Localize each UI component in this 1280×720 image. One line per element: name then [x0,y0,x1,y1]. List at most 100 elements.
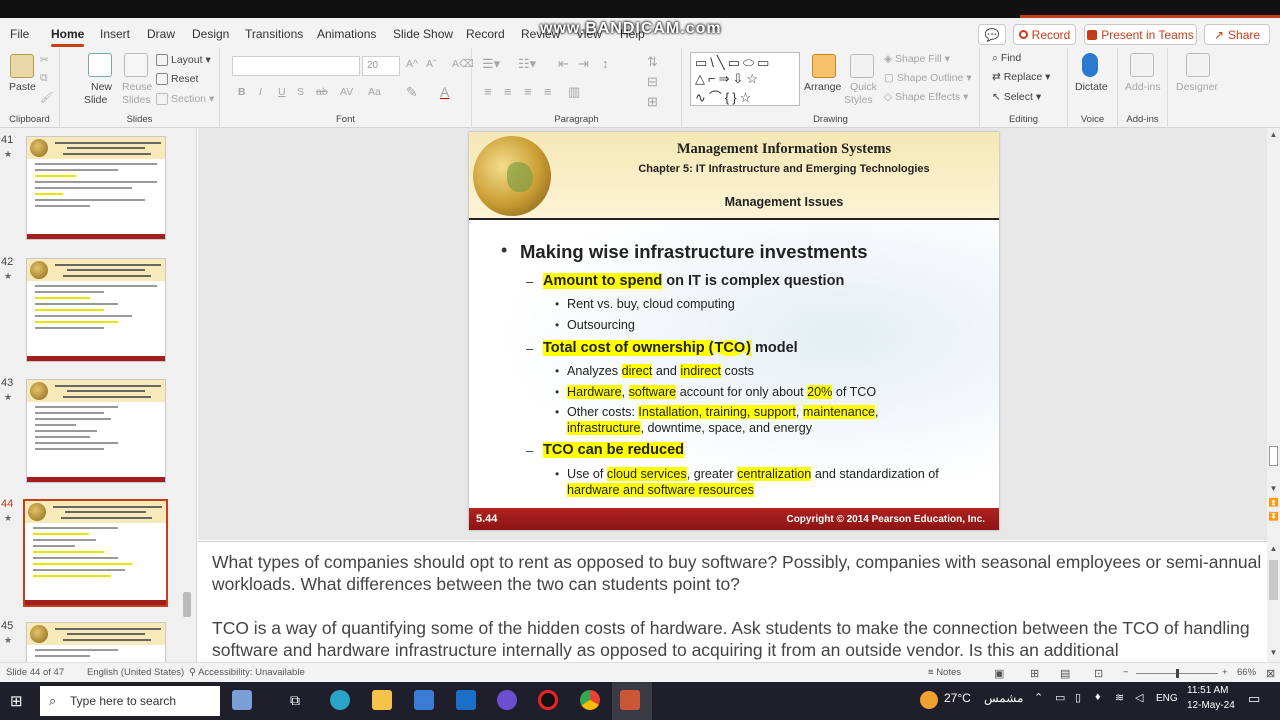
tab-home[interactable]: Home [51,27,85,47]
tray-chevron-icon[interactable]: ⌃ [1034,691,1043,704]
align-text-icon[interactable]: ⊟ [647,74,658,90]
record-button[interactable]: Record [1013,24,1076,45]
font-size-combo[interactable]: 20 [362,56,400,76]
normal-view-icon[interactable]: ▣ [994,667,1004,680]
windows-start-icon[interactable]: ⊞ [10,692,23,710]
quick-styles-icon[interactable] [850,54,874,78]
zoom-slider-handle[interactable] [1176,669,1179,678]
align-left-icon[interactable]: ≡ [484,84,492,99]
format-painter-icon[interactable]: 🖌 [40,91,53,104]
shape-effects-button[interactable]: ◇ Shape Effects ▾ [884,91,968,103]
share-button[interactable]: ↗ Share [1204,24,1270,45]
align-right-icon[interactable]: ≡ [524,84,532,99]
designer-icon[interactable] [1186,53,1210,77]
underline-button[interactable]: U [278,86,286,98]
tab-record[interactable]: Record [466,27,505,41]
font-name-combo[interactable] [232,56,360,76]
task-view-icon[interactable]: ⧉ [290,692,300,709]
slide-thumbnail-45[interactable] [26,622,166,662]
bullets-icon[interactable]: ☰▾ [482,56,500,72]
clock-date[interactable]: 12-May-24 [1187,700,1235,711]
notifications-icon[interactable]: ▭ [1248,691,1260,707]
align-center-icon[interactable]: ≡ [504,84,512,99]
designer-button[interactable]: Designer [1176,81,1218,93]
reuse-slides-icon[interactable] [124,53,148,77]
scroll-up-icon[interactable]: ▲ [1267,130,1280,139]
temperature[interactable]: 27°C [944,691,971,705]
slide-thumbnail-42[interactable] [26,258,166,362]
addins-icon[interactable] [1130,53,1154,77]
thumbnail-scrollbar[interactable] [182,132,192,658]
bandicam-icon[interactable] [538,690,558,710]
strikethrough-button[interactable]: ab [316,86,328,98]
select-button[interactable]: ↖ Select ▾ [992,91,1041,103]
taskbar-pinned-app-icon[interactable] [232,690,252,710]
meet-now-icon[interactable]: ▭ [1055,691,1065,704]
addins-button[interactable]: Add-ins [1125,81,1161,93]
tab-draw[interactable]: Draw [147,27,175,41]
tab-transitions[interactable]: Transitions [245,27,303,41]
notes-scroll-down-icon[interactable]: ▼ [1267,648,1280,657]
columns-icon[interactable]: ▥ [568,84,580,100]
numbering-icon[interactable]: ☷▾ [518,56,536,72]
line-spacing-icon[interactable]: ↕ [602,56,609,71]
find-button[interactable]: ⌕ Find [992,52,1021,65]
notes-scroll-thumb[interactable] [1269,560,1278,600]
mail-icon[interactable] [456,690,476,710]
highlight-color-icon[interactable]: ✎ [406,84,418,101]
text-direction-icon[interactable]: ⇅ [647,54,658,70]
tab-animations[interactable]: Animations [317,27,376,41]
reuse-slides-button[interactable]: Reuse [122,81,152,93]
notes-toggle[interactable]: ≡ Notes [928,667,961,678]
shape-outline-button[interactable]: ▢ Shape Outline ▾ [884,72,972,84]
increase-font-icon[interactable]: A^ [406,58,418,70]
shape-fill-button[interactable]: ◈ Shape Fill ▾ [884,53,950,65]
microphone-icon[interactable] [1082,53,1098,77]
shadow-button[interactable]: S [297,86,304,98]
section-button[interactable]: Section ▾ [156,93,214,106]
current-slide[interactable]: Management Information Systems Chapter 5… [469,132,999,530]
media-player-icon[interactable] [497,690,517,710]
arrange-button[interactable]: Arrange [804,81,841,93]
tab-insert[interactable]: Insert [100,27,130,41]
zoom-level[interactable]: 66% [1237,667,1256,678]
slide-sorter-icon[interactable]: ⊞ [1030,667,1039,680]
quick-styles-button-line2[interactable]: Styles [844,94,873,106]
reset-button[interactable]: Reset [156,73,198,86]
language-indicator[interactable]: English (United States) [87,667,184,678]
change-case-button[interactable]: Aa [368,86,381,98]
edge-icon[interactable] [330,690,350,710]
new-slide-button-line2[interactable]: Slide [84,94,107,106]
present-in-teams-button[interactable]: Present in Teams [1084,24,1197,45]
font-color-icon[interactable]: A [440,84,449,100]
vertical-scrollbar[interactable]: ▲ ▼ ⏫ ⏬ ▲ ▼ [1267,128,1280,662]
copy-icon[interactable]: ⧉ [40,72,48,85]
store-icon[interactable] [414,690,434,710]
arrange-icon[interactable] [812,54,836,78]
replace-button[interactable]: ⇄ Replace ▾ [992,71,1050,83]
char-spacing-button[interactable]: AV [340,86,353,98]
fit-slide-icon[interactable]: ⊠ [1266,667,1275,680]
volume-icon[interactable]: ◁ [1135,691,1143,704]
tab-file[interactable]: File [10,27,29,41]
next-slide-icon[interactable]: ⏬ [1267,512,1280,521]
quick-styles-button[interactable]: Quick [850,81,877,93]
layout-button[interactable]: Layout ▾ [156,54,211,67]
new-slide-icon[interactable] [88,53,112,77]
weather-text[interactable]: مشمس [984,691,1023,705]
zoom-slider[interactable] [1136,669,1218,678]
clock-time[interactable]: 11:51 AM [1187,685,1229,696]
reading-view-icon[interactable]: ▤ [1060,667,1070,680]
battery-icon[interactable]: ▯ [1075,691,1081,704]
justify-icon[interactable]: ≡ [544,84,552,99]
new-slide-button[interactable]: New [91,81,112,93]
previous-slide-icon[interactable]: ⏫ [1267,498,1280,507]
chrome-icon[interactable] [580,690,600,710]
input-language[interactable]: ENG [1156,693,1178,704]
bold-button[interactable]: B [238,86,246,98]
tab-design[interactable]: Design [192,27,229,41]
slide-thumbnail-41[interactable] [26,136,166,240]
notes-scroll-up-icon[interactable]: ▲ [1267,544,1280,553]
reuse-slides-button-line2[interactable]: Slides [122,94,151,106]
decrease-indent-icon[interactable]: ⇤ [558,56,569,72]
